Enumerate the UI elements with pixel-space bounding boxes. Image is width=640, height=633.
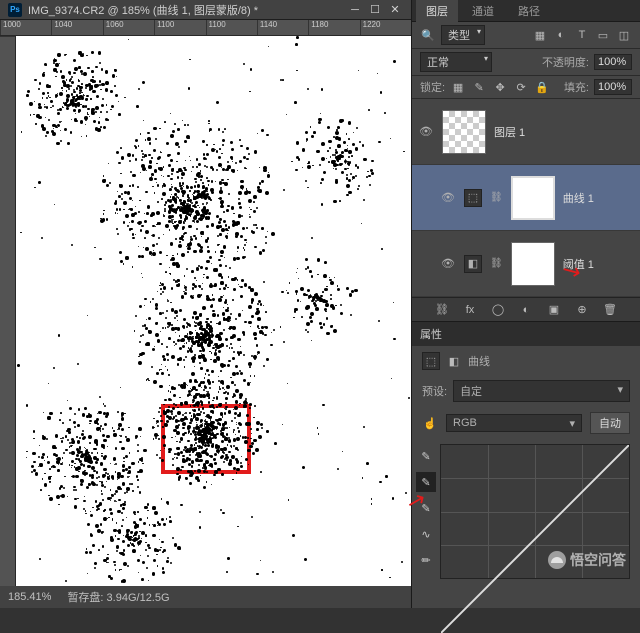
new-adjustment-button[interactable]: ◐ [518,302,534,318]
pencil-edit-icon[interactable]: ✏ [416,550,436,570]
layer-row[interactable]: 👁 ◧ ⛓ 阈值 1 [412,231,640,297]
search-icon: 🔍 [420,27,436,43]
filter-shape-icon[interactable]: ▭ [595,27,611,43]
zoom-display[interactable]: 185.41% [8,591,51,603]
watermark-icon [548,551,566,569]
layers-footer: ⛓ fx ◯ ◐ ▣ ⊕ 🗑 [412,297,640,321]
eyedropper-white-icon[interactable]: ✎ [416,498,436,518]
ruler-horizontal: 10001040106011001100114011801220 [0,20,411,36]
eyedropper-gray-icon[interactable]: ✎ [416,472,436,492]
auto-button[interactable]: 自动 [590,412,630,434]
scratch-disk-display: 暂存盘: 3.94G/12.5G [67,589,169,605]
visibility-toggle[interactable]: 👁 [440,257,456,270]
filter-type-icon[interactable]: T [574,27,590,43]
tab-channels[interactable]: 通道 [462,0,504,22]
link-layers-button[interactable]: ⛓ [434,302,450,318]
maximize-button[interactable]: ☐ [367,3,383,17]
blend-row: 正常 不透明度: 100% [412,49,640,76]
blend-mode-dropdown[interactable]: 正常 [420,52,492,72]
lock-label: 锁定: [420,79,445,95]
fill-label: 填充: [564,79,589,95]
lock-artboard-icon[interactable]: ⟳ [513,79,529,95]
add-mask-button[interactable]: ◯ [490,302,506,318]
layer-row[interactable]: 👁 ⬚ ⛓ 曲线 1 [412,165,640,231]
lock-pixels-icon[interactable]: ✎ [471,79,487,95]
curves-adjustment-icon: ⬚ [464,189,482,207]
layers-list: 👁 图层 1 👁 ⬚ ⛓ 曲线 1 👁 ◧ ⛓ 阈值 1 [412,99,640,297]
layer-filter-bar: 🔍 类型 ▦ ◐ T ▭ ◫ [412,22,640,49]
document-canvas[interactable] [16,36,411,586]
fill-input[interactable]: 100% [594,79,632,95]
filter-kind-dropdown[interactable]: 类型 [441,25,485,45]
opacity-input[interactable]: 100% [594,54,632,70]
properties-tab[interactable]: 属性 [412,322,640,346]
ruler-vertical [0,36,16,586]
statusbar: 185.41% 暂存盘: 3.94G/12.5G [0,586,411,608]
tab-paths[interactable]: 路径 [508,0,550,22]
app-icon: Ps [8,3,22,17]
close-button[interactable]: ✕ [387,3,403,17]
curve-edit-icon[interactable]: ∿ [416,524,436,544]
panel-tabs: 图层 通道 路径 [412,0,640,22]
preset-dropdown[interactable]: 自定 [453,380,630,402]
visibility-toggle[interactable]: 👁 [440,191,456,204]
mask-thumbnail[interactable] [511,242,555,286]
layer-name[interactable]: 阈值 1 [563,256,594,272]
mask-mode-icon[interactable]: ◧ [446,353,462,369]
layer-row[interactable]: 👁 图层 1 [412,99,640,165]
mask-link-icon[interactable]: ⛓ [490,258,503,269]
new-layer-button[interactable]: ⊕ [574,302,590,318]
new-group-button[interactable]: ▣ [546,302,562,318]
mask-thumbnail[interactable] [511,176,555,220]
document-title: IMG_9374.CR2 @ 185% (曲线 1, 图层蒙版/8) * [28,2,343,18]
minimize-button[interactable]: ─ [347,3,363,17]
filter-pixel-icon[interactable]: ▦ [532,27,548,43]
eyedropper-black-icon[interactable]: ✎ [416,446,436,466]
layer-name[interactable]: 曲线 1 [563,190,594,206]
titlebar: Ps IMG_9374.CR2 @ 185% (曲线 1, 图层蒙版/8) * … [0,0,411,20]
channel-dropdown[interactable]: RGB [446,414,582,432]
opacity-label: 不透明度: [542,54,589,70]
curves-icon: ⬚ [422,352,440,370]
filter-adjust-icon[interactable]: ◐ [553,27,569,43]
layer-style-button[interactable]: fx [462,302,478,318]
threshold-adjustment-icon: ◧ [464,255,482,273]
preset-label: 预设: [422,383,447,399]
lock-all-icon[interactable]: 🔒 [534,79,550,95]
watermark: 悟空问答 [548,550,626,570]
lock-position-icon[interactable]: ✥ [492,79,508,95]
layer-name[interactable]: 图层 1 [494,124,525,140]
mask-link-icon[interactable]: ⛓ [490,192,503,203]
layer-thumbnail[interactable] [442,110,486,154]
filter-smart-icon[interactable]: ◫ [616,27,632,43]
adjustment-title: 曲线 [468,353,490,369]
lock-row: 锁定: ▦ ✎ ✥ ⟳ 🔒 填充: 100% [412,76,640,99]
target-adjustment-icon[interactable]: ☝ [422,415,438,431]
delete-layer-button[interactable]: 🗑 [602,302,618,318]
visibility-toggle[interactable]: 👁 [418,125,434,138]
curves-tools: ✎ ✎ ✎ ∿ ✏ [416,444,436,606]
lock-transparency-icon[interactable]: ▦ [450,79,466,95]
tab-layers[interactable]: 图层 [416,0,458,22]
